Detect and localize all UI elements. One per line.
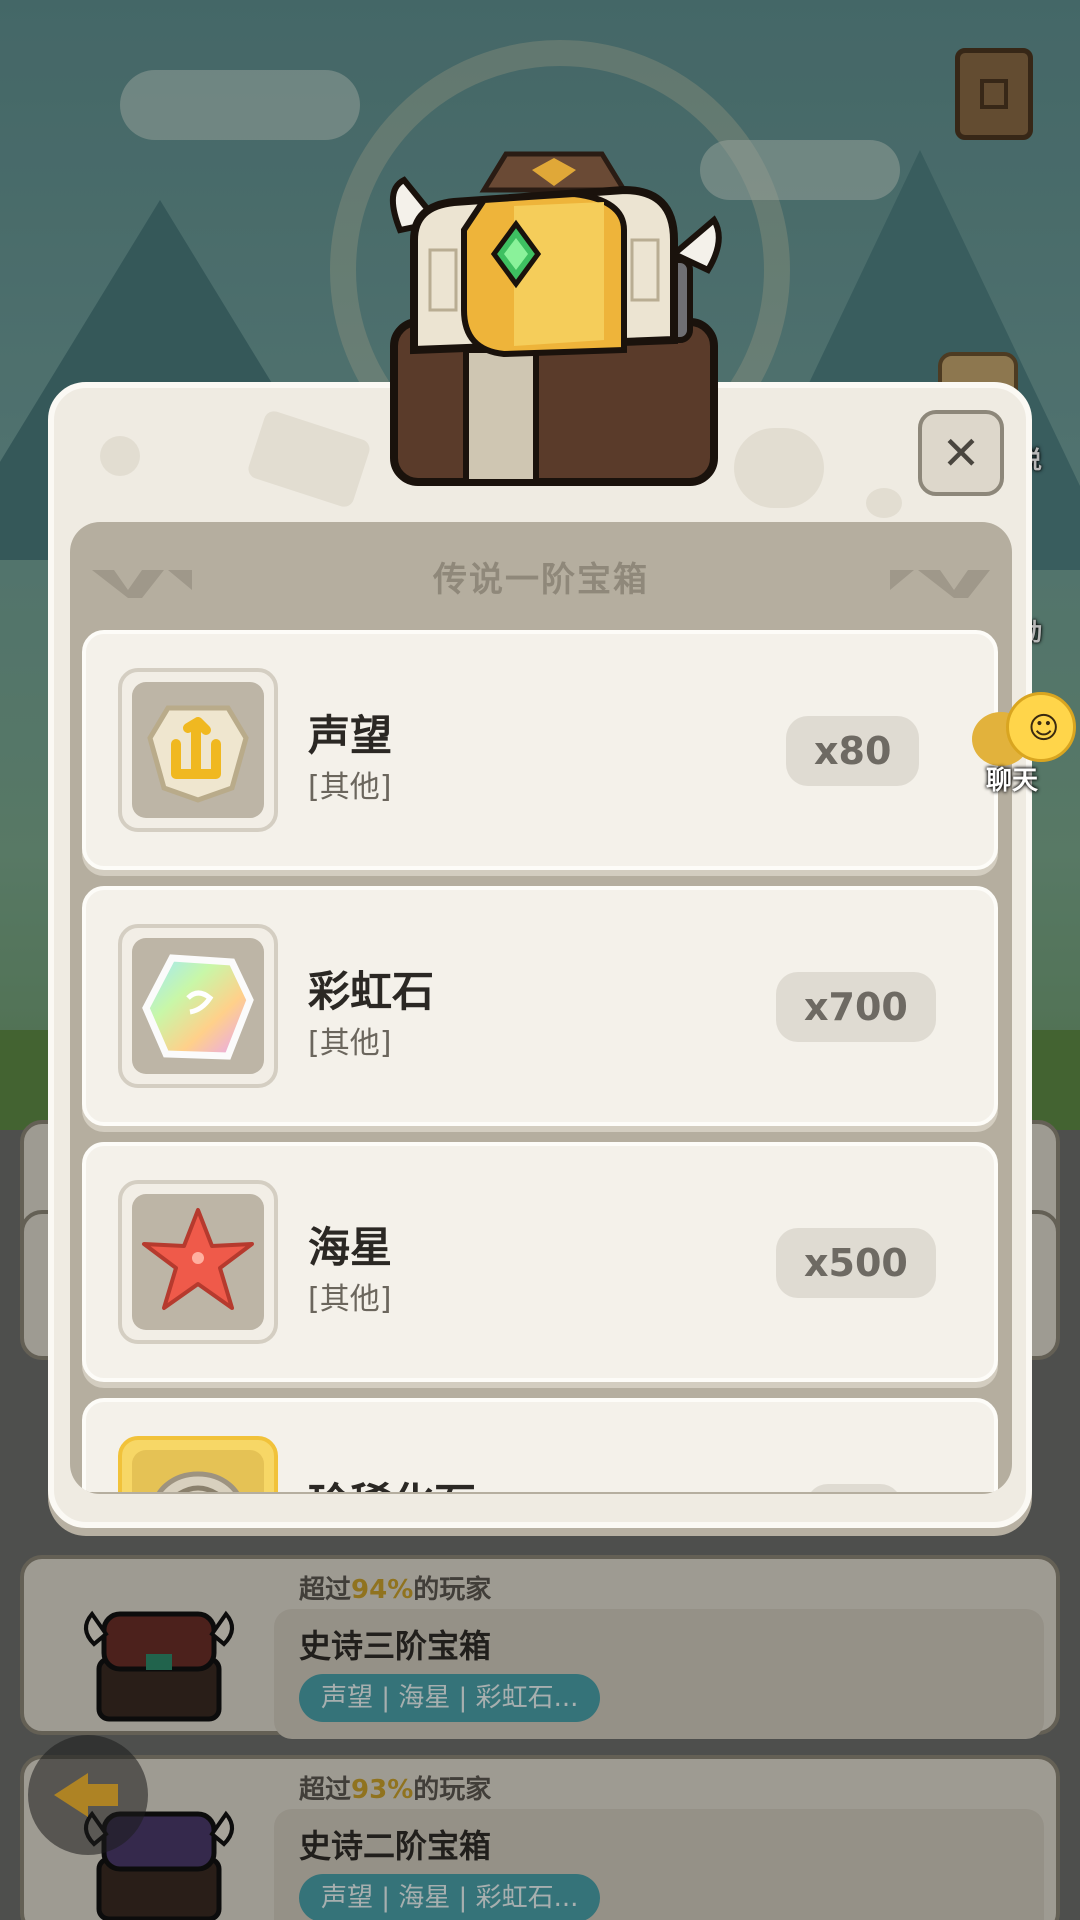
item-name: 海星 (308, 1223, 393, 1272)
item-name: 彩虹石 (308, 967, 435, 1016)
item-slot (118, 668, 278, 832)
item-quantity: x700 (776, 972, 936, 1042)
item-quantity: x80 (786, 716, 920, 786)
item-name: 声望 (308, 711, 393, 760)
reward-list-frame: 传说一阶宝箱 声望 [其他] x80 彩虹石 [其他] x700 海星 [其他]… (70, 522, 1012, 1494)
item-category: [其他] (308, 770, 392, 805)
item-quantity: x500 (776, 1228, 936, 1298)
item-slot (118, 1436, 278, 1492)
rare-fossil-icon (156, 1471, 240, 1492)
reward-item[interactable]: 珍稀化石 (82, 1398, 998, 1492)
close-button[interactable]: ✕ (918, 410, 1004, 496)
reward-item[interactable]: 声望 [其他] x80 (82, 630, 998, 870)
modal-title: 传说一阶宝箱 (433, 560, 649, 600)
legendary-chest-icon (390, 151, 722, 486)
reward-item[interactable]: 彩虹石 [其他] x700 (82, 886, 998, 1126)
item-category: [其他] (308, 1282, 392, 1317)
prestige-rune-icon (147, 705, 249, 803)
item-slot (118, 924, 278, 1088)
chat-button[interactable]: ☺ 聊天 (970, 690, 1080, 796)
rainbow-stone-icon (142, 954, 254, 1060)
item-slot (118, 1180, 278, 1344)
item-category: [其他] (308, 1026, 392, 1061)
item-quantity (806, 1484, 902, 1492)
chat-label: 聊天 (986, 766, 1039, 796)
reward-item[interactable]: 海星 [其他] x500 (82, 1142, 998, 1382)
item-name: 珍稀化石 (308, 1470, 476, 1492)
starfish-icon (142, 1208, 254, 1310)
reward-list[interactable]: 声望 [其他] x80 彩虹石 [其他] x700 海星 [其他] x500 (80, 624, 1002, 1492)
